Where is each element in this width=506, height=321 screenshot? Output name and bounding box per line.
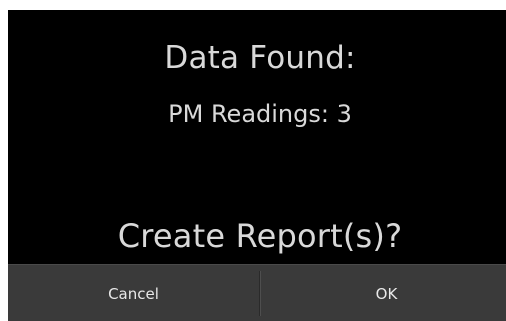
dialog-button-bar: Cancel OK: [8, 264, 506, 321]
readings-count-text: PM Readings: 3: [168, 100, 352, 128]
create-report-question: Create Report(s)?: [117, 217, 403, 255]
cancel-button[interactable]: Cancel: [8, 265, 259, 321]
ok-button[interactable]: OK: [261, 265, 506, 321]
dialog-title: Data Found:: [164, 40, 356, 76]
screen: Data Found: PM Readings: 3 Create Report…: [0, 0, 506, 321]
alert-dialog: Data Found: PM Readings: 3 Create Report…: [8, 10, 506, 321]
